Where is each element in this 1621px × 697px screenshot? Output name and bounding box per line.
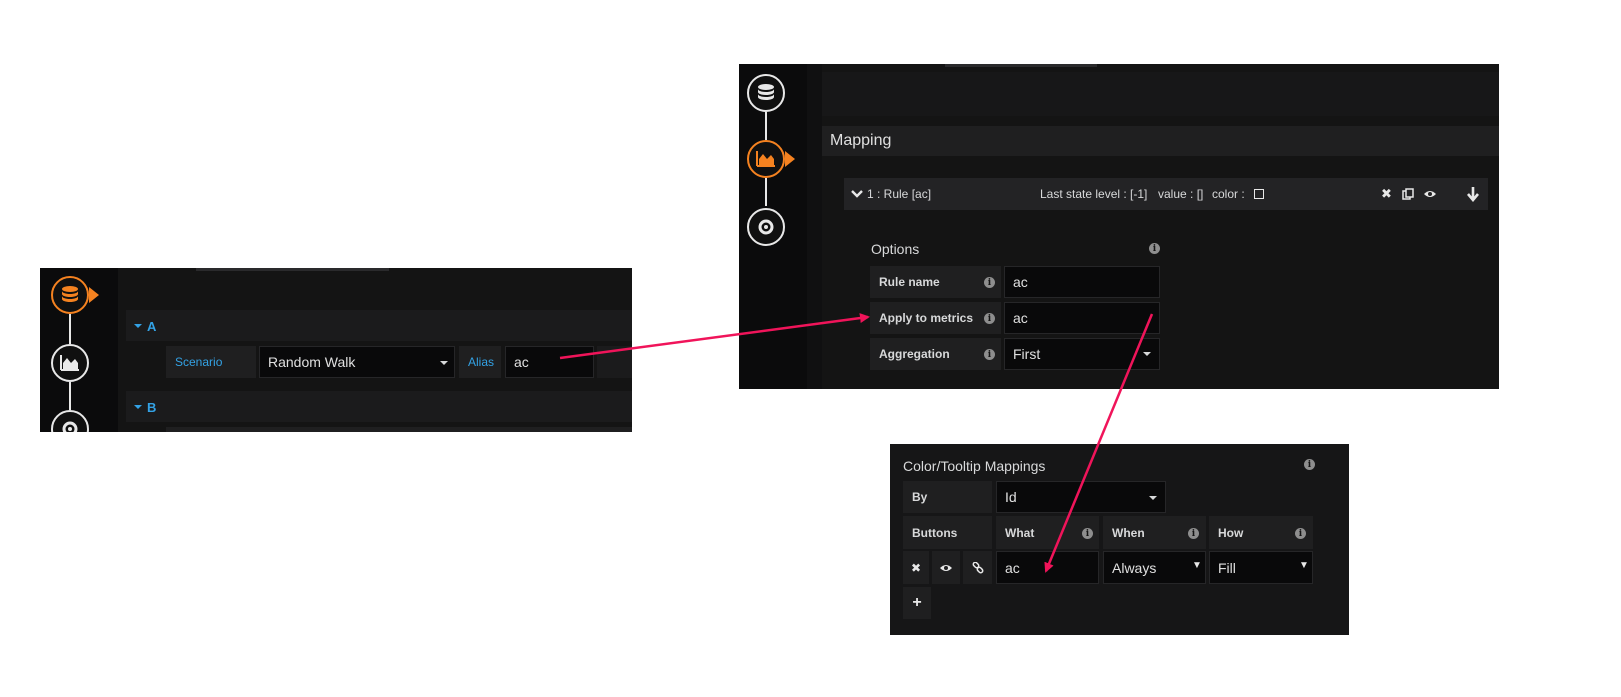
chart-icon-button[interactable]	[747, 140, 785, 178]
rule-name-value: ac	[1013, 274, 1028, 290]
toggle-visibility-button[interactable]	[932, 551, 960, 584]
database-icon-button[interactable]	[51, 276, 89, 314]
how-value: Fill	[1218, 559, 1236, 576]
info-icon[interactable]: i	[1188, 528, 1199, 539]
alias-input[interactable]: ac	[505, 346, 594, 378]
rule-color-swatch	[1254, 189, 1264, 199]
close-icon[interactable]: ✖	[1381, 186, 1392, 202]
info-icon[interactable]: i	[984, 277, 995, 288]
database-icon	[758, 84, 774, 100]
database-icon-button[interactable]	[747, 74, 785, 112]
how-select[interactable]: Fill	[1209, 551, 1313, 584]
add-mapping-button[interactable]: +	[903, 587, 931, 619]
color-tooltip-panel: Color/Tooltip Mappings i By Id Buttons W…	[890, 444, 1349, 635]
query-letter-a: A	[147, 319, 157, 334]
link-button[interactable]	[963, 551, 992, 584]
gear-icon	[758, 219, 774, 235]
chevron-down-icon[interactable]	[851, 189, 863, 199]
database-icon	[62, 286, 78, 302]
chevron-down-icon	[1143, 352, 1151, 356]
rule-name-input[interactable]: ac	[1004, 266, 1160, 298]
scenario-select[interactable]: Random Walk	[259, 346, 455, 378]
mappings-title: Color/Tooltip Mappings	[903, 458, 1046, 474]
gear-icon	[62, 421, 78, 432]
gear-icon-button[interactable]	[747, 208, 785, 246]
chevron-down-icon	[440, 361, 448, 365]
plus-icon: +	[912, 594, 922, 611]
by-label: By	[903, 481, 992, 513]
info-icon[interactable]: i	[1304, 459, 1315, 470]
apply-metrics-input[interactable]: ac	[1004, 302, 1160, 334]
info-icon[interactable]: i	[1082, 528, 1093, 539]
close-icon: ✖	[910, 560, 922, 575]
copy-icon[interactable]	[1402, 188, 1414, 200]
rule-color: color :	[1212, 187, 1245, 201]
chevron-down-icon	[1149, 496, 1157, 500]
arrow-down-icon[interactable]	[1466, 186, 1480, 202]
chart-icon	[756, 151, 775, 167]
apply-metrics-label: Apply to metrics	[870, 302, 1001, 334]
rule-name-label: Rule name	[870, 266, 1001, 298]
query-row-b[interactable]	[126, 391, 632, 422]
when-value: Always	[1112, 559, 1157, 576]
page-title: Mapping	[830, 132, 892, 149]
chevron-down-icon	[134, 324, 142, 328]
query-editor-panel: A Scenario Random Walk Alias ac B	[40, 268, 632, 432]
chart-icon	[60, 355, 79, 371]
what-value: ac	[1005, 559, 1020, 576]
what-input[interactable]: ac	[996, 551, 1099, 584]
info-icon[interactable]: i	[984, 313, 995, 324]
rule-value: value : []	[1158, 187, 1204, 201]
chevron-down-icon: ▼	[1299, 560, 1309, 571]
info-icon[interactable]: i	[1149, 243, 1160, 254]
by-value: Id	[1005, 489, 1017, 505]
aggregation-value: First	[1013, 346, 1041, 362]
info-icon[interactable]: i	[1295, 528, 1306, 539]
apply-metrics-value: ac	[1013, 310, 1028, 326]
query-letter-b: B	[147, 400, 157, 415]
scenario-label: Scenario	[166, 346, 256, 378]
eye-icon	[940, 564, 952, 571]
rule-last-state: Last state level : [-1]	[1040, 187, 1148, 201]
buttons-header: Buttons	[903, 516, 992, 549]
info-icon[interactable]: i	[984, 349, 995, 360]
by-select[interactable]: Id	[996, 481, 1166, 513]
chevron-down-icon: ▼	[1192, 560, 1202, 571]
link-icon	[972, 561, 983, 573]
query-row-a[interactable]	[126, 310, 632, 341]
chart-icon-button[interactable]	[51, 344, 89, 382]
mapping-header	[822, 126, 1499, 156]
aggregation-select[interactable]: First	[1004, 338, 1160, 370]
aggregation-label: Aggregation	[870, 338, 1001, 370]
scenario-value: Random Walk	[268, 354, 356, 370]
rule-title: 1 : Rule [ac]	[867, 187, 932, 201]
remove-mapping-button[interactable]: ✖	[903, 551, 929, 584]
alias-label: Alias	[459, 346, 501, 378]
alias-value: ac	[514, 354, 529, 370]
when-select[interactable]: Always	[1103, 551, 1206, 584]
chevron-down-icon	[134, 405, 142, 409]
eye-icon[interactable]	[1423, 189, 1437, 199]
options-title: Options	[871, 241, 920, 257]
mapping-editor-panel: Mapping 1 : Rule [ac] Last state level :…	[739, 64, 1499, 389]
